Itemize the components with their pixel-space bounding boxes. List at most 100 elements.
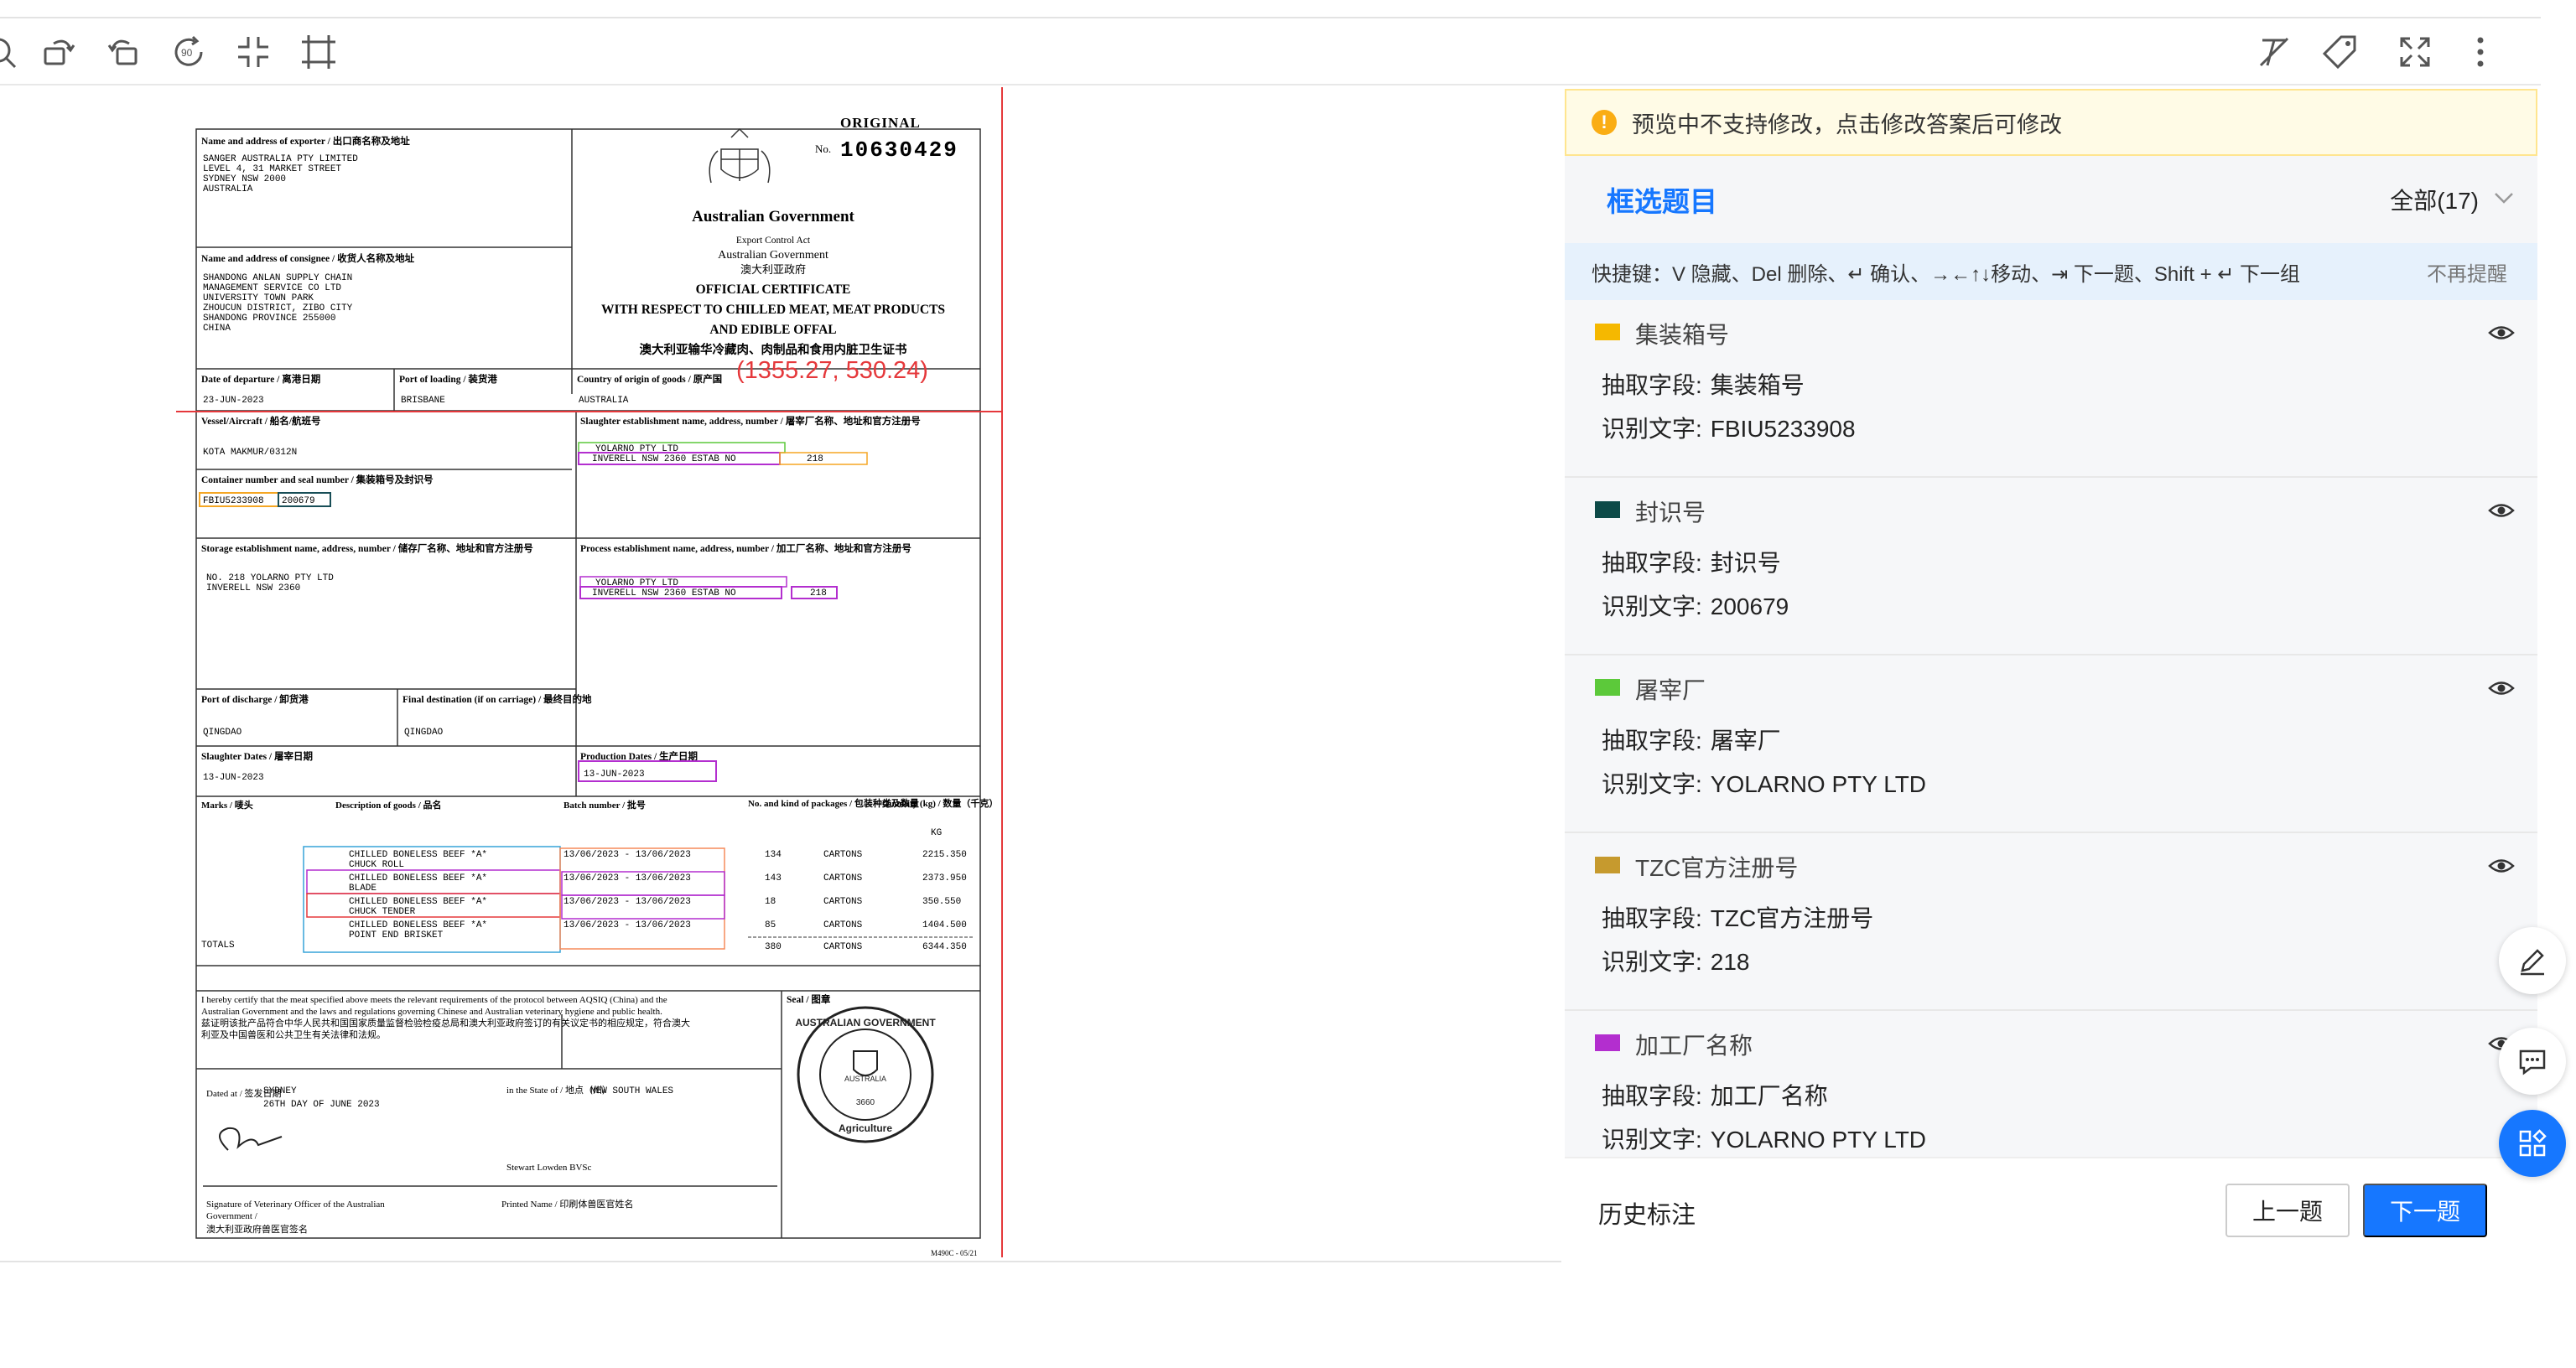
- certify-text: 兹证明该批产品符合中华人民共和国国家质量监督检验检疫总局和澳大利亚政府签订的有关…: [201, 1017, 690, 1029]
- signature-label: 澳大利亚政府兽医官签名: [206, 1223, 308, 1235]
- signature-label: Government /: [206, 1211, 258, 1221]
- list-item[interactable]: 封识号 抽取字段: 封识号 识别文字: 200679: [1565, 478, 2537, 656]
- clear-format-icon[interactable]: [2254, 32, 2294, 72]
- color-swatch: [1595, 324, 1620, 340]
- goods-batch: 13/06/2023 - 13/06/2023: [564, 850, 691, 860]
- chevron-down-icon[interactable]: [2489, 183, 2519, 213]
- filter-select[interactable]: 全部(17): [2390, 183, 2479, 216]
- item-name: 加工厂名称: [1635, 1033, 1753, 1059]
- goods-qty: 134: [765, 850, 782, 860]
- goods-desc: CHILLED BONELESS BEEF *A*: [349, 897, 487, 907]
- shrink-icon[interactable]: [233, 32, 273, 72]
- list-item[interactable]: 集装箱号 抽取字段: 集装箱号 识别文字: FBIU5233908: [1565, 300, 2537, 478]
- color-swatch: [1595, 1034, 1620, 1051]
- next-button[interactable]: 下一题: [2363, 1184, 2487, 1237]
- recognized-value: FBIU5233908: [1710, 416, 1856, 442]
- more-icon[interactable]: [2460, 32, 2501, 72]
- goods-kind: CARTONS: [823, 850, 863, 860]
- slaughter-est-no: 218: [807, 454, 823, 464]
- color-swatch: [1595, 679, 1620, 696]
- field-label: 抽取字段:: [1602, 728, 1702, 754]
- storage-label: Storage establishment name, address, num…: [201, 542, 533, 554]
- exporter-line: SANGER AUSTRALIA PTY LIMITED: [203, 154, 358, 164]
- gov-title-cn: 澳大利亚政府: [740, 263, 806, 276]
- container-no: FBIU5233908: [203, 496, 264, 506]
- process-2: INVERELL NSW 2360 ESTAB NO: [592, 588, 736, 598]
- total-qty: 380: [765, 942, 782, 952]
- rotate-icon[interactable]: [104, 32, 144, 72]
- eye-icon[interactable]: [2487, 852, 2516, 880]
- slaughter-est-2: INVERELL NSW 2360 ESTAB NO: [592, 454, 736, 464]
- total-kg: 6344.350: [922, 942, 967, 952]
- departure-label: Date of departure / 离港日期: [201, 373, 320, 385]
- recognized-value: 218: [1710, 949, 1750, 975]
- state: NEW SOUTH WALES: [590, 1086, 673, 1096]
- shortcut-hint: 快捷键：V 隐藏、Del 删除、↵ 确认、→←↑↓移动、⇥ 下一题、Shift …: [1565, 243, 2537, 300]
- value-label: 识别文字:: [1602, 949, 1702, 975]
- printed-name: Stewart Lowden BVSc: [506, 1163, 592, 1173]
- warning-icon: !: [1592, 110, 1617, 135]
- value-label: 识别文字:: [1602, 593, 1702, 619]
- apps-float-button[interactable]: [2499, 1110, 2566, 1177]
- apps-icon: [2519, 1129, 2547, 1157]
- certificate-document: ORIGINAL No. 10630429 Name and address o…: [195, 109, 1003, 1257]
- goods-kg: 350.550: [922, 897, 961, 907]
- recognized-value: YOLARNO PTY LTD: [1710, 1127, 1927, 1153]
- document-viewer[interactable]: ORIGINAL No. 10630429 Name and address o…: [0, 87, 1561, 1261]
- dismiss-link[interactable]: 不再提醒: [2427, 257, 2507, 287]
- gov-stamp: AUSTRALIAN GOVERNMENT AUSTRALIA 3660 Agr…: [795, 1006, 936, 1143]
- dated-place: SYDNEY: [263, 1086, 297, 1096]
- crosshair-vertical: [1001, 87, 1003, 1257]
- search-icon[interactable]: [0, 32, 22, 72]
- field-value: 封识号: [1710, 550, 1781, 576]
- discharge: QINGDAO: [203, 728, 242, 738]
- totals-label: TOTALS: [201, 940, 235, 951]
- goods-desc: CHUCK TENDER: [349, 907, 416, 917]
- signature: [219, 1127, 283, 1151]
- tag-icon[interactable]: [2319, 32, 2360, 72]
- svg-text:AUSTRALIAN GOVERNMENT: AUSTRALIAN GOVERNMENT: [795, 1017, 936, 1029]
- dated-date: 26TH DAY OF JUNE 2023: [263, 1100, 380, 1110]
- rotate-left-icon[interactable]: [39, 32, 79, 72]
- vessel-label: Vessel/Aircraft / 船名/航班号: [201, 415, 320, 427]
- list-item[interactable]: 屠宰厂 抽取字段: 屠宰厂 识别文字: YOLARNO PTY LTD: [1565, 656, 2537, 833]
- annotation-box-slaughter-no[interactable]: [779, 452, 868, 465]
- eye-icon[interactable]: [2487, 674, 2516, 702]
- eye-icon[interactable]: [2487, 496, 2516, 525]
- list-item[interactable]: TZC官方注册号 抽取字段: TZC官方注册号 识别文字: 218: [1565, 833, 2537, 1011]
- comment-float-button[interactable]: [2499, 1028, 2566, 1095]
- production-dates: 13-JUN-2023: [584, 770, 645, 780]
- eye-icon[interactable]: [2487, 319, 2516, 347]
- svg-text:3660: 3660: [856, 1098, 875, 1107]
- origin: AUSTRALIA: [579, 396, 629, 406]
- edit-float-button[interactable]: [2499, 927, 2566, 994]
- crop-icon[interactable]: [299, 32, 339, 72]
- cert-no-label: No.: [815, 142, 831, 155]
- seal-label: Seal / 图章: [787, 993, 831, 1005]
- field-list: 集装箱号 抽取字段: 集装箱号 识别文字: FBIU5233908 封识号 抽取字段…: [1565, 300, 2537, 1157]
- prev-button[interactable]: 上一题: [2225, 1184, 2350, 1237]
- edit-icon: [2521, 949, 2544, 976]
- item-name: 封识号: [1635, 500, 1706, 526]
- item-name: TZC官方注册号: [1635, 855, 1799, 881]
- goods-kg: 1404.500: [922, 920, 967, 930]
- final-dest-label: Final destination (if on carriage) / 最终目…: [402, 693, 592, 705]
- fullscreen-icon[interactable]: [2395, 32, 2435, 72]
- consignee-line: SHANDONG ANLAN SUPPLY CHAIN: [203, 273, 352, 283]
- certify-text: Australian Government and the laws and r…: [201, 1007, 662, 1017]
- col-marks: Marks / 唛头: [201, 799, 253, 811]
- list-item[interactable]: 加工厂名称 抽取字段: 加工厂名称 识别文字: YOLARNO PTY LTD: [1565, 1011, 2537, 1157]
- goods-desc: CHILLED BONELESS BEEF *A*: [349, 873, 487, 884]
- consignee-line: CHINA: [203, 324, 231, 334]
- goods-kind: CARTONS: [823, 897, 863, 907]
- color-swatch: [1595, 857, 1620, 873]
- viewer-bottom-border: [0, 1261, 1561, 1262]
- history-link[interactable]: 历史标注: [1598, 1195, 1696, 1231]
- consignee-label: Name and address of consignee / 收货人名称及地址: [201, 252, 415, 264]
- rotate-90-icon[interactable]: 90: [169, 32, 210, 72]
- original-label: ORIGINAL: [840, 115, 921, 131]
- cert-title-3: AND EDIBLE OFFAL: [709, 323, 836, 337]
- gov-title-2: Australian Government: [718, 249, 828, 262]
- cert-title-2: WITH RESPECT TO CHILLED MEAT, MEAT PRODU…: [601, 303, 945, 317]
- value-label: 识别文字:: [1602, 1127, 1702, 1153]
